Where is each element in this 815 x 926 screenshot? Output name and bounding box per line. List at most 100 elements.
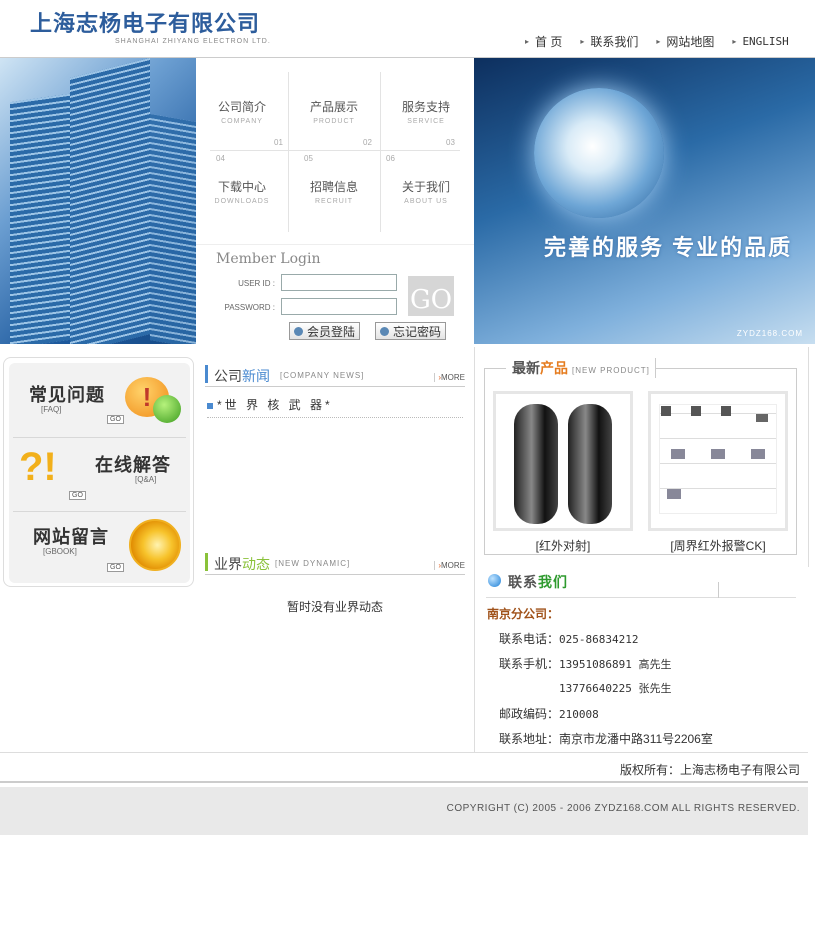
branch-name: 南京分公司： [487,607,560,621]
product-image-infrared[interactable] [493,391,633,531]
menu-company[interactable]: 公司简介 COMPANY [196,98,288,158]
contact-label: 联系手机： [499,657,560,671]
bullet-icon [207,402,213,409]
news-item[interactable]: *世 界 核 武 器* [207,396,463,418]
contact-value: 210008 [559,708,599,721]
menu-sublabel: PRODUCT [313,118,355,125]
menu-recruit[interactable]: 招聘信息 RECRUIT [288,178,380,238]
products-title-b: 产品 [540,360,568,376]
product-caption[interactable]: [红外对射] [493,537,633,554]
forgot-password-button[interactable]: 忘记密码 [375,322,447,340]
company-logo[interactable]: 上海志杨电子有限公司 [30,6,260,38]
products-sub: [NEW PRODUCT] [572,366,650,375]
faq-title: 常见问题 [29,385,105,405]
products-title-a: 最新 [512,360,540,376]
qa-link[interactable]: ?! 在线解答 [Q&A] GO [9,439,190,511]
sensor-image [568,404,612,524]
quick-links-box: 常见问题 [FAQ] GO ! ?! 在线解答 [Q&A] GO 网站留言 [G… [3,357,194,587]
news-more-link[interactable]: ›MORE [434,373,465,382]
banner-image: 完善的服务 专业的品质 ZYDZ168.COM [474,58,815,344]
arrow-icon: ▸ [525,37,530,46]
nav-english[interactable]: ▸ ENGLISH [732,33,788,50]
menu-product[interactable]: 产品展示 PRODUCT [288,98,380,158]
product-caption[interactable]: [周界红外报警CK] [648,537,788,554]
gbook-link[interactable]: 网站留言 [GBOOK] GO [9,511,190,583]
banner-site: ZYDZ168.COM [736,329,803,338]
nav-label: 联系我们 [590,35,639,49]
menu-sublabel: SERVICE [407,118,445,125]
menu-label: 关于我们 [401,180,450,194]
contact-row: 邮政编码：210008 [499,705,599,722]
contact-title-a: 联系 [508,574,538,590]
menu-about[interactable]: 关于我们 ABOUT US [380,178,472,238]
gbook-title: 网站留言 [33,527,109,547]
megaphone-icon [129,519,181,571]
contact-value: 南京市龙潘中路311号2206室 [559,732,713,746]
nav-contact[interactable]: ▸ 联系我们 [580,33,638,50]
menu-label: 公司简介 [217,100,266,114]
contact-label: 联系电话： [499,632,560,646]
news-sub: [COMPANY NEWS] [280,371,365,380]
nav-label: 首 页 [535,35,563,49]
contact-row: 联系地址：南京市龙潘中路311号2206室 [499,730,713,747]
building-image [0,58,196,344]
menu-label: 服务支持 [401,100,450,114]
qa-sub: [Q&A] [135,475,157,484]
menu-sublabel: DOWNLOADS [214,198,270,205]
industry-news-header: 业界动态 [NEW DYNAMIC] ›MORE [205,549,465,575]
news-title-b: 新闻 [242,368,270,384]
nav-sitemap[interactable]: ▸ 网站地图 [656,33,714,50]
menu-sublabel: COMPANY [221,118,263,125]
menu-downloads[interactable]: 下载中心 DOWNLOADS [196,178,288,238]
arrow-icon: ▸ [732,37,737,46]
button-label: 忘记密码 [393,324,442,339]
menu-label: 招聘信息 [309,180,358,194]
page: 上海志杨电子有限公司 SHANGHAI ZHIYANG ELECTRON LTD… [0,0,815,926]
menu-service[interactable]: 服务支持 SERVICE [380,98,472,158]
arrow-icon: ▸ [656,37,661,46]
user-id-input[interactable] [281,274,397,291]
password-label: PASSWORD : [224,303,275,312]
member-login-button[interactable]: 会员登陆 [289,322,361,340]
menu-number: 01 [274,138,283,147]
contact-label: 邮政编码： [499,707,560,721]
more-label: MORE [441,373,465,382]
arrow-icon: ▸ [580,37,585,46]
dynamic-sub: [NEW DYNAMIC] [275,559,351,568]
login-title: Member Login [216,251,321,267]
go-button[interactable]: GO [408,276,454,316]
gbook-go-button[interactable]: GO [107,563,124,572]
password-input[interactable] [281,298,397,315]
menu-number: 04 [216,154,225,163]
top-nav: ▸ 首 页 ▸ 联系我们 ▸ 网站地图 ▸ ENGLISH [525,33,799,50]
gbook-sub: [GBOOK] [43,547,77,556]
contact-row: 联系电话：025-86834212 [499,630,639,647]
globe-image [534,88,664,218]
contact-value: 025-86834212 [559,633,639,646]
faq-link[interactable]: 常见问题 [FAQ] GO ! [9,365,190,437]
footer-owner: 版权所有：上海志杨电子有限公司 [0,753,808,783]
arrow-circle-icon [380,326,389,336]
banner-slogan: 完善的服务 专业的品质 [544,235,793,260]
dynamic-title-b: 动态 [242,556,270,572]
contact-value: 13951086891 高先生 [559,658,672,671]
contact-title-b: 我们 [538,574,568,590]
contact-value: 13776640225 张先生 [559,682,672,695]
footer-copyright: COPYRIGHT (C) 2005 - 2006 ZYDZ168.COM AL… [0,787,808,835]
menu-number: 02 [363,138,372,147]
product-image-perimeter[interactable] [648,391,788,531]
faq-sub: [FAQ] [41,405,62,414]
faq-go-button[interactable]: GO [107,415,124,424]
dynamic-more-link[interactable]: ›MORE [434,561,465,570]
nav-label: ENGLISH [742,35,789,48]
copyright-text: COPYRIGHT (C) 2005 - 2006 ZYDZ168.COM AL… [446,803,800,814]
contact-row: 13776640225 张先生 [559,680,671,696]
company-logo-en: SHANGHAI ZHIYANG ELECTRON LTD. [115,38,271,45]
nav-home[interactable]: ▸ 首 页 [525,33,562,50]
company-news-header: 公司新闻 [COMPANY NEWS] ›MORE [205,361,465,387]
menu-number: 06 [386,154,395,163]
contact-header: 联系我们 [486,570,796,598]
qa-go-button[interactable]: GO [69,491,86,500]
menu-sublabel: ABOUT US [404,198,448,205]
qa-title: 在线解答 [95,455,171,475]
